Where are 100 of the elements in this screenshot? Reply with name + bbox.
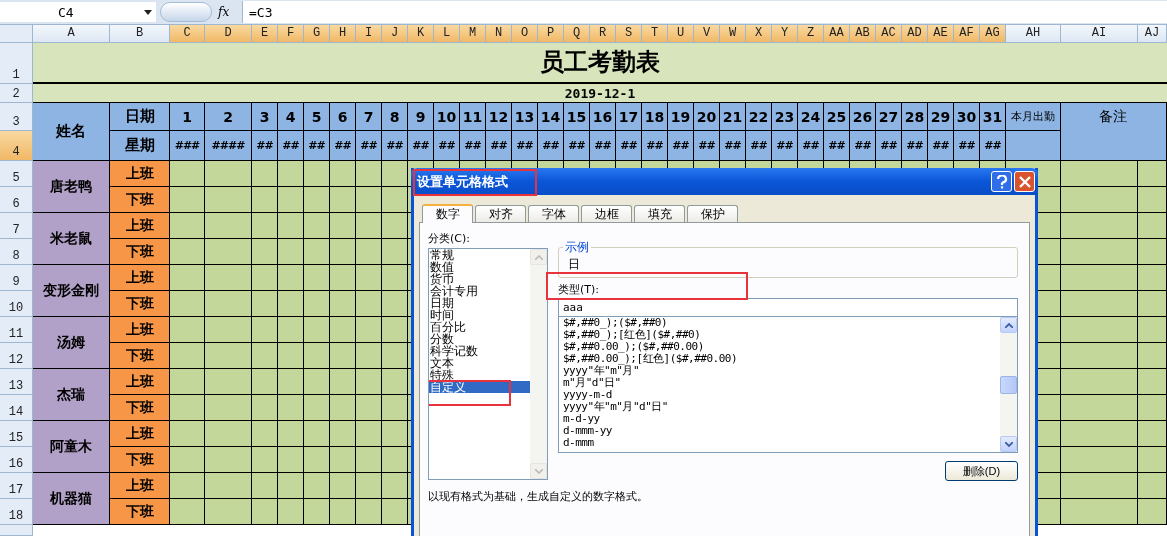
column-header[interactable]: AD — [902, 25, 928, 43]
column-header[interactable]: G — [304, 25, 330, 43]
type-field[interactable]: aaa — [558, 298, 1018, 317]
row-header[interactable]: 8 — [0, 239, 33, 265]
row-header[interactable] — [0, 525, 33, 536]
column-header[interactable]: P — [538, 25, 564, 43]
column-header[interactable]: AC — [876, 25, 902, 43]
column-header[interactable]: K — [408, 25, 434, 43]
column-header[interactable]: AB — [850, 25, 876, 43]
help-button[interactable] — [991, 171, 1012, 192]
column-header[interactable]: W — [720, 25, 746, 43]
format-item[interactable]: yyyy-m-d — [559, 389, 1000, 401]
select-all-button[interactable] — [0, 25, 33, 43]
column-header[interactable]: AF — [954, 25, 980, 43]
category-list[interactable]: 常规 数值 货币 会计专用 日期 时间 百分比 分数 科学记数 文本 特殊 自定义 — [428, 248, 548, 480]
tab[interactable]: 填充 — [634, 205, 685, 222]
format-item[interactable]: $#,##0_);($#,##0) — [559, 317, 1000, 329]
tab[interactable]: 数字 — [422, 204, 473, 223]
column-header[interactable]: Z — [798, 25, 824, 43]
category-item[interactable]: 科学记数 — [429, 345, 530, 357]
column-header[interactable]: B — [110, 25, 170, 43]
category-item[interactable]: 日期 — [429, 297, 530, 309]
row-header[interactable]: 2 — [0, 84, 33, 103]
category-item[interactable]: 特殊 — [429, 369, 530, 381]
column-header[interactable]: D — [205, 25, 252, 43]
column-header[interactable]: F — [278, 25, 304, 43]
row-header[interactable]: 14 — [0, 395, 33, 421]
column-header[interactable]: L — [434, 25, 460, 43]
row-header[interactable]: 1 — [0, 43, 33, 84]
category-item[interactable]: 数值 — [429, 261, 530, 273]
row-header[interactable]: 5 — [0, 161, 33, 187]
tab[interactable]: 边框 — [581, 205, 632, 222]
row-header[interactable]: 7 — [0, 213, 33, 239]
row-header[interactable]: 6 — [0, 187, 33, 213]
column-header[interactable]: T — [642, 25, 668, 43]
column-header[interactable]: N — [486, 25, 512, 43]
row-header[interactable]: 11 — [0, 317, 33, 343]
column-header[interactable]: I — [356, 25, 382, 43]
tab[interactable]: 对齐 — [475, 205, 526, 222]
row-header[interactable]: 4 — [0, 131, 33, 161]
row-header[interactable]: 18 — [0, 499, 33, 525]
column-header[interactable]: AI — [1061, 25, 1138, 43]
close-button[interactable] — [1014, 171, 1035, 192]
column-header[interactable]: H — [330, 25, 356, 43]
format-item[interactable]: m"月"d"日" — [559, 377, 1000, 389]
scroll-down-button[interactable] — [1000, 436, 1017, 452]
column-header[interactable]: M — [460, 25, 486, 43]
weekday-cell: ## — [902, 131, 928, 161]
column-header[interactable]: V — [694, 25, 720, 43]
format-item[interactable]: yyyy"年"m"月" — [559, 365, 1000, 377]
column-header[interactable]: AA — [824, 25, 850, 43]
column-header[interactable]: AE — [928, 25, 954, 43]
delete-button[interactable]: 删除(D) — [945, 461, 1018, 481]
tab[interactable]: 保护 — [687, 205, 738, 222]
column-header[interactable]: R — [590, 25, 616, 43]
column-header[interactable]: AG — [980, 25, 1006, 43]
name-box[interactable]: C4 — [0, 2, 156, 22]
format-item[interactable]: d-mmm — [559, 437, 1000, 449]
column-header[interactable]: Q — [564, 25, 590, 43]
category-item[interactable]: 货币 — [429, 273, 530, 285]
format-item[interactable]: yyyy"年"m"月"d"日" — [559, 401, 1000, 413]
column-header[interactable]: Y — [772, 25, 798, 43]
dropdown-icon[interactable] — [144, 9, 152, 15]
formula-field[interactable]: =C3 — [242, 1, 1167, 23]
column-header[interactable]: AJ — [1138, 25, 1167, 43]
column-header[interactable]: S — [616, 25, 642, 43]
scrollbar[interactable] — [1000, 317, 1017, 452]
scroll-up-button[interactable] — [1000, 317, 1017, 333]
category-item[interactable]: 会计专用 — [429, 285, 530, 297]
row-header[interactable]: 16 — [0, 447, 33, 473]
row-header[interactable]: 10 — [0, 291, 33, 317]
format-item[interactable]: m-d-yy — [559, 413, 1000, 425]
function-button[interactable]: fx — [218, 5, 242, 19]
column-header[interactable]: E — [252, 25, 278, 43]
tab[interactable]: 字体 — [528, 205, 579, 222]
scroll-thumb[interactable] — [1000, 375, 1017, 394]
column-header[interactable]: A — [33, 25, 110, 43]
format-item[interactable]: d-mmm-yy — [559, 425, 1000, 437]
column-header[interactable]: O — [512, 25, 538, 43]
category-item[interactable]: 时间 — [429, 309, 530, 321]
column-header[interactable]: U — [668, 25, 694, 43]
category-item[interactable]: 文本 — [429, 357, 530, 369]
format-item[interactable]: $#,##0_);[红色]($#,##0) — [559, 329, 1000, 341]
resize-handle[interactable] — [160, 2, 212, 22]
column-header[interactable]: J — [382, 25, 408, 43]
row-header[interactable]: 15 — [0, 421, 33, 447]
row-header[interactable]: 17 — [0, 473, 33, 499]
format-item[interactable]: $#,##0.00_);($#,##0.00) — [559, 341, 1000, 353]
row-header[interactable]: 3 — [0, 103, 33, 131]
column-header[interactable]: X — [746, 25, 772, 43]
row-header[interactable]: 13 — [0, 369, 33, 395]
row-header[interactable]: 12 — [0, 343, 33, 369]
category-item[interactable]: 分数 — [429, 333, 530, 345]
format-list[interactable]: $#,##0_);($#,##0) $#,##0_);[红色]($#,##0) $#,##0.00_);($#,##0.00) $#,##0.00_);[红色]($#,##0.00) yyyy"年"m"月" m"月"d"日" yyyy-m-d yyyy"年"m"月"d"日" m-d-yy d-mmm-yy d-mmm — [558, 317, 1018, 453]
column-header[interactable]: C — [170, 25, 205, 43]
format-item[interactable]: $#,##0.00_);[红色]($#,##0.00) — [559, 353, 1000, 365]
column-header[interactable]: AH — [1006, 25, 1061, 43]
row-header[interactable]: 9 — [0, 265, 33, 291]
category-item[interactable]: 百分比 — [429, 321, 530, 333]
category-item[interactable]: 常规 — [429, 249, 530, 261]
